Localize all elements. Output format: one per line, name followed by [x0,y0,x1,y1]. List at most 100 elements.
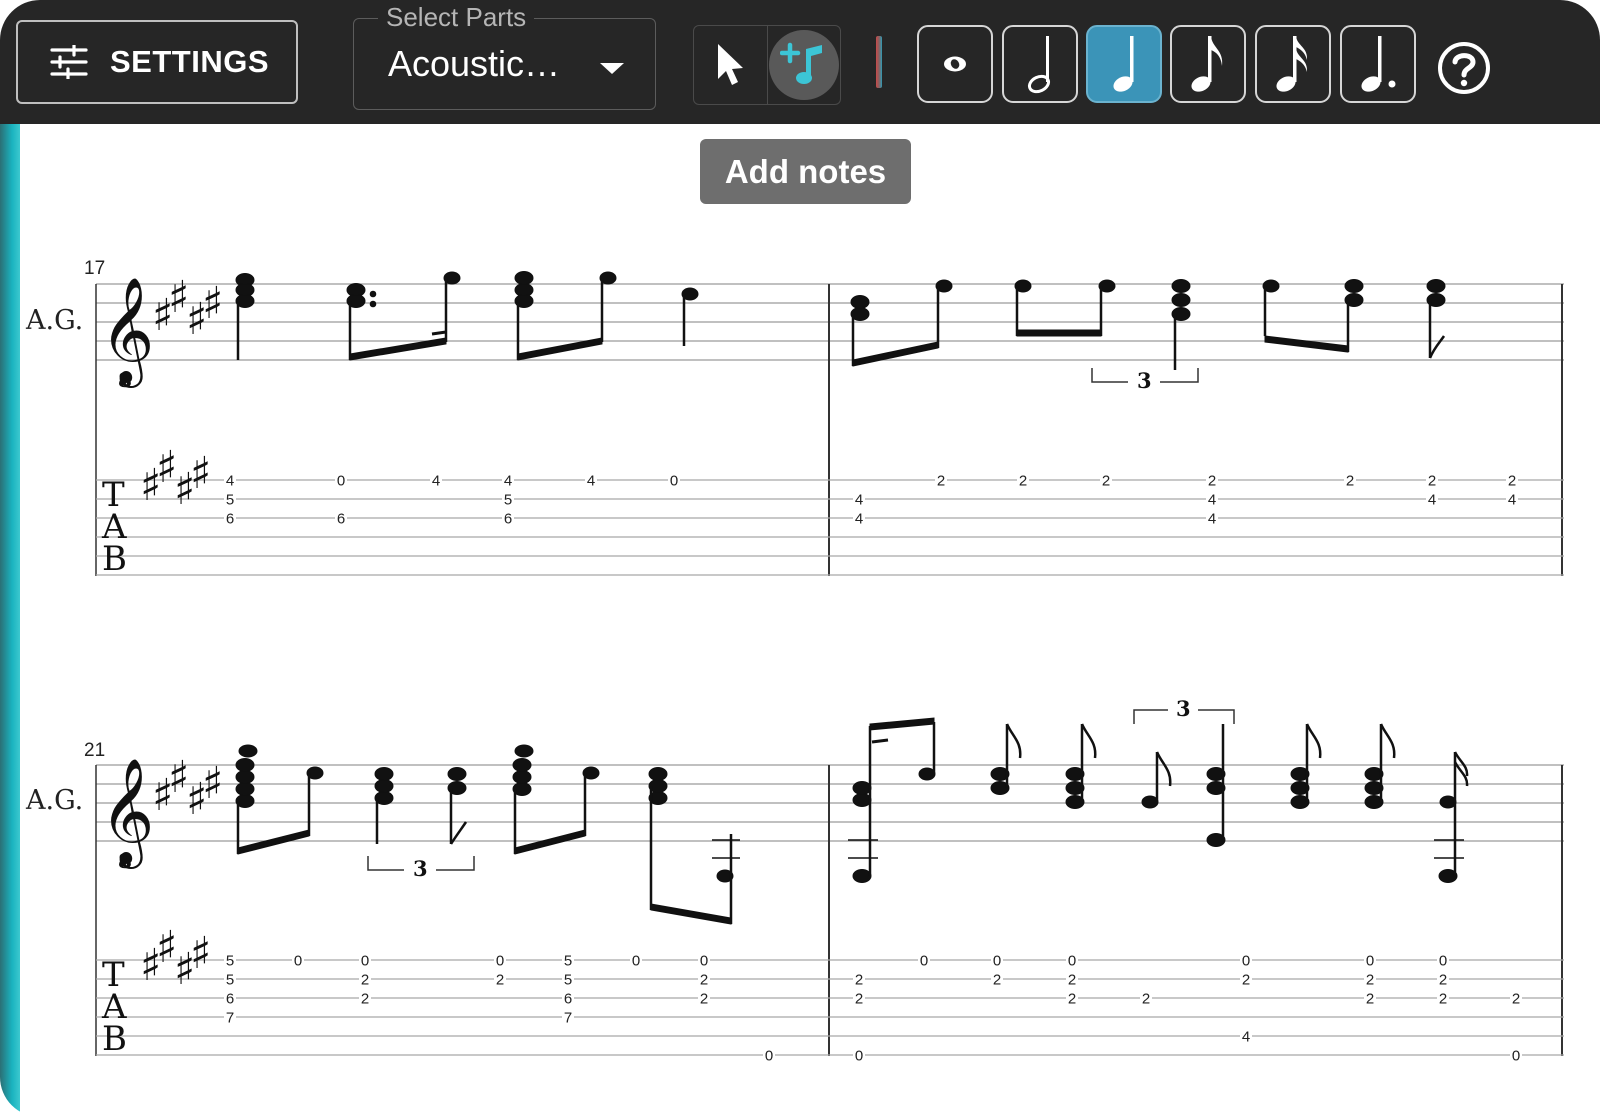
tab-number[interactable]: 0 [993,953,1001,970]
tab-number[interactable]: 2 [1019,473,1027,490]
tab-number[interactable]: 2 [1366,991,1374,1008]
tab-number[interactable]: 2 [1242,972,1250,989]
tab-number[interactable]: 4 [587,473,595,490]
tab-key-signature [140,922,212,995]
tab-number[interactable]: 2 [1142,991,1150,1008]
tab-number[interactable]: 7 [226,1010,234,1027]
tab-number[interactable]: 0 [294,953,302,970]
app-window: SETTINGS Select Parts Acoustic… 17 A.G. … [0,0,1600,1117]
tab-number[interactable]: 0 [855,1048,863,1065]
tab-number[interactable]: 0 [1068,953,1076,970]
help-icon[interactable] [1436,40,1492,96]
tab-number[interactable]: 4 [1208,492,1216,509]
tab-number[interactable]: 2 [1068,991,1076,1008]
tab-number[interactable]: 2 [361,991,369,1008]
octave-8-marker: 8 [118,368,132,392]
sliders-icon [50,45,88,79]
sixteenth-note-icon [1276,36,1308,92]
tab-number[interactable]: 2 [700,991,708,1008]
tab-number[interactable]: 4 [1508,492,1516,509]
tab-number[interactable]: 2 [1508,473,1516,490]
tab-number[interactable]: 6 [337,511,345,528]
tab-number[interactable]: 5 [504,492,512,509]
tab-number[interactable]: 2 [1512,991,1520,1008]
tab-number[interactable]: 7 [564,1010,572,1027]
tab-number[interactable]: 5 [564,972,572,989]
tab-number[interactable]: 0 [920,953,928,970]
tab-number[interactable]: 0 [1512,1048,1520,1065]
tab-number[interactable]: 0 [632,953,640,970]
tab-number[interactable]: 4 [1208,511,1216,528]
tab-number[interactable]: 2 [993,972,1001,989]
tab-number[interactable]: 2 [700,972,708,989]
tab-number[interactable]: 0 [765,1048,773,1065]
pointer-icon [718,44,744,85]
tab-number[interactable]: 0 [1366,953,1374,970]
tab-number[interactable]: 5 [564,953,572,970]
tab-number[interactable]: 0 [337,473,345,490]
tab-number[interactable]: 5 [226,972,234,989]
tab-number[interactable]: 2 [1439,991,1447,1008]
tab-number[interactable]: 2 [1439,972,1447,989]
tab-number[interactable]: 2 [1366,972,1374,989]
tab-number[interactable]: 0 [1242,953,1250,970]
tab-number[interactable]: 4 [855,492,863,509]
select-parts-dropdown[interactable]: Select Parts Acoustic… [353,1,656,110]
tab-number[interactable]: 5 [226,953,234,970]
add-notes-mode-button[interactable] [768,26,841,104]
tab-number[interactable]: 4 [1242,1029,1250,1046]
dotted-note-button[interactable] [1340,25,1416,103]
tab-number[interactable]: 6 [564,991,572,1008]
tab-number[interactable]: 4 [226,473,234,490]
tuplet-number: 3 [1137,368,1152,393]
chevron-down-icon [600,63,624,74]
score-canvas[interactable]: ♯ ♯ ♯ ♯ 17 A.G. 𝄞 8 [0,124,1600,1117]
tab-number[interactable]: 0 [496,953,504,970]
instrument-label: A.G. [25,305,83,336]
notes [235,271,1446,370]
tab-number[interactable]: 6 [226,991,234,1008]
toolbar-divider [876,36,882,88]
tab-number[interactable]: 0 [700,953,708,970]
add-notes-tooltip: Add notes [700,139,911,204]
tab-number[interactable]: 2 [1102,473,1110,490]
tuplet-bracket [367,709,1235,871]
tab-number[interactable]: 2 [496,972,504,989]
tab-number[interactable]: 5 [226,492,234,509]
sixteenth-note-button[interactable] [1255,25,1331,103]
tab-number[interactable]: 4 [1428,492,1436,509]
tab-number[interactable]: 0 [361,953,369,970]
tab-number[interactable]: 4 [504,473,512,490]
quarter-note-icon [1113,36,1134,92]
tuplet-number: 3 [1176,696,1191,721]
whole-note-button[interactable] [917,25,993,103]
tab-clef-b: B [102,539,127,579]
select-mode-button[interactable] [694,26,768,104]
tab-number[interactable]: 2 [855,991,863,1008]
tab-number[interactable]: 4 [855,511,863,528]
select-parts-legend: Select Parts [378,1,535,33]
tab-number[interactable]: 4 [432,473,440,490]
tab-number[interactable]: 2 [1068,972,1076,989]
settings-button[interactable]: SETTINGS [16,20,298,104]
tab-number[interactable]: 6 [226,511,234,528]
half-note-button[interactable] [1002,25,1078,103]
settings-label: SETTINGS [110,44,270,79]
octave-8-marker: 8 [118,849,132,873]
notes [235,717,1469,925]
tab-number[interactable]: 0 [670,473,678,490]
tab-number[interactable]: 2 [1208,473,1216,490]
tab-number[interactable]: 2 [1428,473,1436,490]
tab-number[interactable]: 2 [1346,473,1354,490]
tab-number[interactable]: 0 [1439,953,1447,970]
tab-number[interactable]: 6 [504,511,512,528]
quarter-note-button[interactable] [1086,25,1162,103]
tab-number[interactable]: 2 [855,972,863,989]
tab-key-signature [140,442,212,515]
tab-number[interactable]: 2 [937,473,945,490]
eighth-note-button[interactable] [1170,25,1246,103]
toolbar: SETTINGS Select Parts Acoustic… [0,0,1600,124]
tab-number[interactable]: 2 [361,972,369,989]
instrument-label: A.G. [25,785,83,816]
barlines [95,765,1563,1056]
